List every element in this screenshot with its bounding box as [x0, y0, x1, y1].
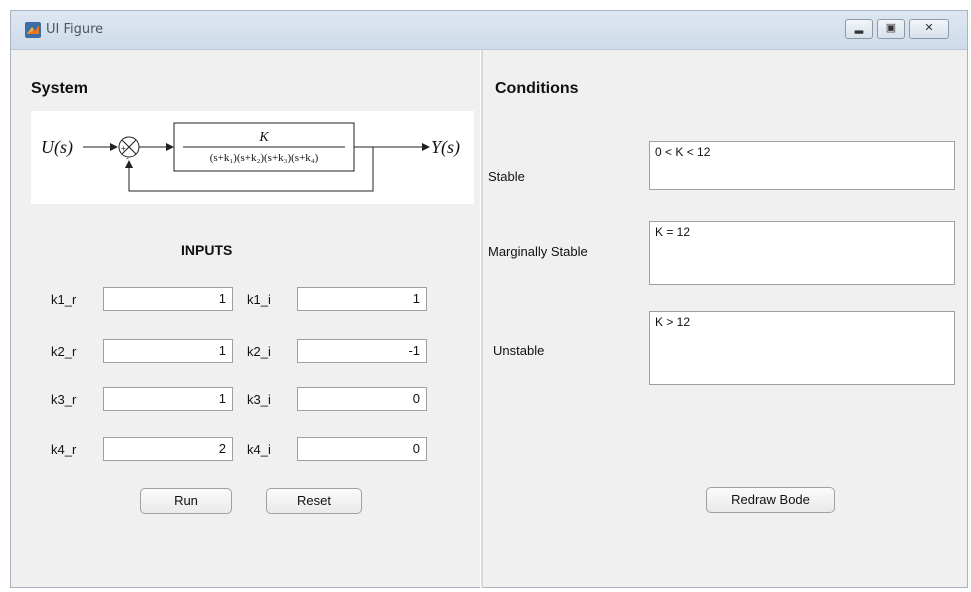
maximize-icon: ▣ [885, 22, 897, 34]
k1-i-label: k1_i [247, 292, 271, 307]
k1-r-field[interactable]: 1 [103, 287, 233, 311]
block-diagram: U(s) + - K (s+k₁)(s+k₂)(s+k₃)(s+k₄) Y(s) [31, 111, 474, 204]
marginally-stable-textarea[interactable]: K = 12 [649, 221, 955, 285]
system-title: System [31, 80, 88, 97]
block-diagram-svg: U(s) + - K (s+k₁)(s+k₂)(s+k₃)(s+k₄) Y(s) [41, 122, 460, 192]
stable-label: Stable [488, 169, 525, 184]
minimize-icon: ▂ [854, 22, 864, 34]
k2-i-field[interactable]: -1 [297, 339, 427, 363]
k4-i-label: k4_i [247, 442, 271, 457]
k1-i-field[interactable]: 1 [297, 287, 427, 311]
k3-i-label: k3_i [247, 392, 271, 407]
k2-r-field[interactable]: 1 [103, 339, 233, 363]
reset-button[interactable]: Reset [266, 488, 362, 514]
k4-i-field[interactable]: 0 [297, 437, 427, 461]
unstable-label: Unstable [493, 343, 545, 358]
svg-text:+: + [121, 144, 126, 153]
matlab-icon [25, 22, 41, 38]
diagram-output-label: Y(s) [431, 137, 460, 158]
k4-r-field[interactable]: 2 [103, 437, 233, 461]
diagram-input-label: U(s) [41, 137, 73, 158]
marginally-stable-label: Marginally Stable [488, 244, 588, 259]
conditions-title: Conditions [495, 80, 579, 97]
maximize-button[interactable]: ▣ [877, 19, 905, 39]
panel-divider [480, 50, 483, 588]
run-button[interactable]: Run [140, 488, 232, 514]
window-title: UI Figure [46, 22, 104, 37]
k3-i-field[interactable]: 0 [297, 387, 427, 411]
redraw-bode-button[interactable]: Redraw Bode [706, 487, 835, 513]
inputs-title: INPUTS [181, 242, 233, 258]
tf-denominator: (s+k₁)(s+k₂)(s+k₃)(s+k₄) [210, 152, 319, 164]
unstable-textarea[interactable]: K > 12 [649, 311, 955, 385]
close-icon: ✕ [924, 22, 934, 34]
k2-i-label: k2_i [247, 344, 271, 359]
tf-numerator: K [258, 130, 269, 145]
ui-figure-window: UI Figure ▂ ▣ ✕ System U(s) + - K (s+k₁)… [10, 10, 968, 588]
k3-r-label: k3_r [51, 392, 77, 407]
minimize-button[interactable]: ▂ [845, 19, 873, 39]
k2-r-label: k2_r [51, 344, 77, 359]
k1-r-label: k1_r [51, 292, 77, 307]
stable-textarea[interactable]: 0 < K < 12 [649, 141, 955, 190]
close-button[interactable]: ✕ [909, 19, 949, 39]
k4-r-label: k4_r [51, 442, 77, 457]
k3-r-field[interactable]: 1 [103, 387, 233, 411]
title-bar[interactable]: UI Figure ▂ ▣ ✕ [11, 11, 967, 50]
